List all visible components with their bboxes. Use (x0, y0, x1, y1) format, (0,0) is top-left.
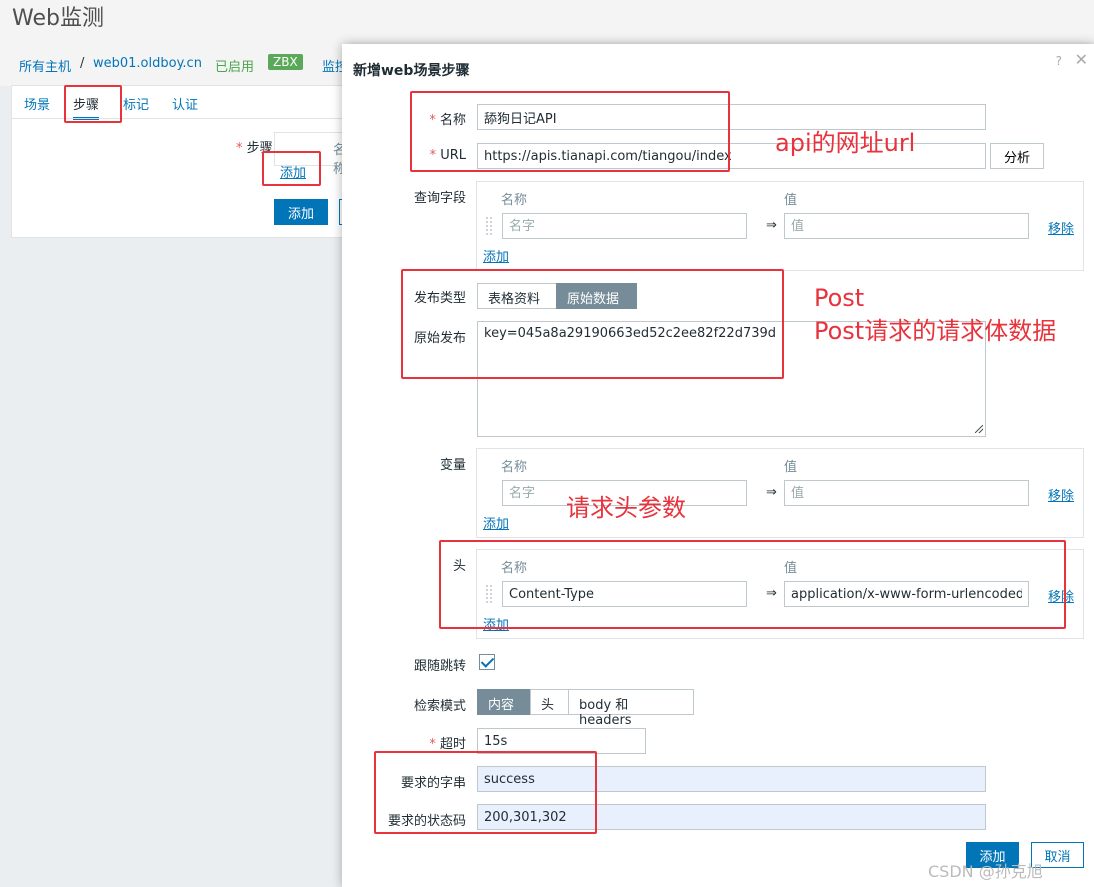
headers-add-link[interactable]: 添加 (483, 614, 509, 633)
retrieve-mode-both[interactable]: body 和 headers (568, 689, 694, 728)
annotation-url-note: api的网址url (775, 129, 916, 157)
new-web-step-dialog: 新增web场景步骤 ? ✕ * 名称 * URL 分析 查询字段 名称 值 ⇒ … (342, 44, 1094, 887)
breadcrumb-separator: / (80, 56, 85, 71)
variables-label: 变量 (439, 458, 466, 473)
timeout-label: * 超时 (429, 737, 466, 752)
query-add-link[interactable]: 添加 (483, 246, 509, 265)
steps-label: * 步骤 (236, 141, 273, 156)
tab-scenario[interactable]: 场景 (24, 94, 50, 113)
dialog-title: 新增web场景步骤 (353, 63, 470, 79)
timeout-input[interactable] (477, 728, 646, 754)
variables-remove-link[interactable]: 移除 (1048, 485, 1074, 504)
steps-add-link[interactable]: 添加 (280, 162, 306, 181)
help-icon[interactable]: ? (1056, 54, 1062, 68)
watermark: CSDN @孙克旭 (928, 862, 1043, 881)
arrow-icon: ⇒ (766, 586, 777, 601)
resize-handle-icon[interactable] (975, 425, 983, 433)
query-col-value: 值 (784, 193, 798, 208)
headers-name-input[interactable] (502, 581, 747, 607)
scenario-add-button[interactable]: 添加 (274, 199, 328, 225)
raw-post-label: 原始发布 (413, 331, 466, 346)
query-value-input[interactable] (784, 213, 1029, 239)
analyze-button[interactable]: 分析 (990, 143, 1044, 169)
follow-redirects-label: 跟随跳转 (413, 659, 466, 674)
variables-col-name: 名称 (501, 460, 528, 475)
scenario-form-panel: 场景 步骤 标记 认证 * 步骤 名称 添加 添加 (11, 85, 354, 238)
retrieve-mode-headers[interactable]: 头 (530, 689, 569, 715)
annotation-header-note: 请求头参数 (566, 494, 686, 522)
required-string-input[interactable] (477, 766, 986, 792)
tab-auth[interactable]: 认证 (172, 94, 198, 113)
headers-table: 名称 值 ⇒ 移除 添加 (476, 549, 1084, 639)
page-header: Web监测 (0, 0, 1094, 42)
zbx-badge: ZBX (268, 54, 303, 70)
tab-divider (12, 118, 350, 119)
variables-add-link[interactable]: 添加 (483, 513, 509, 532)
query-name-input[interactable] (502, 213, 747, 239)
breadcrumb: 所有主机 / web01.oldboy.cn 已启用 ZBX 监控 (0, 42, 350, 86)
query-col-name: 名称 (501, 193, 528, 208)
query-fields-table: 名称 值 ⇒ 移除 添加 (476, 181, 1084, 271)
breadcrumb-all-hosts[interactable]: 所有主机 (19, 56, 71, 75)
required-string-label: 要求的字串 (400, 776, 466, 791)
required-status-label: 要求的状态码 (387, 814, 466, 829)
page-title: Web监测 (12, 6, 104, 31)
arrow-icon: ⇒ (766, 485, 777, 500)
post-type-raw-data[interactable]: 原始数据 (556, 283, 637, 309)
tab-tags[interactable]: 标记 (123, 94, 149, 113)
tab-steps[interactable]: 步骤 (73, 94, 100, 120)
follow-redirects-checkbox[interactable] (479, 654, 495, 670)
name-label: * 名称 (429, 113, 466, 128)
post-type-label: 发布类型 (413, 291, 466, 306)
annotation-post-note: Post请求的请求体数据 (814, 317, 1057, 345)
query-fields-label: 查询字段 (413, 191, 466, 206)
post-type-form-data[interactable]: 表格资料 (477, 283, 557, 309)
headers-value-input[interactable] (784, 581, 1029, 607)
headers-remove-link[interactable]: 移除 (1048, 586, 1074, 605)
arrow-icon: ⇒ (766, 218, 777, 233)
drag-handle-icon[interactable] (485, 216, 493, 236)
variables-col-value: 值 (784, 460, 798, 475)
retrieve-mode-label: 检索模式 (413, 699, 466, 714)
drag-handle-icon[interactable] (485, 584, 493, 604)
required-status-input[interactable] (477, 804, 986, 830)
close-icon[interactable]: ✕ (1075, 50, 1088, 69)
url-label: * URL (429, 148, 466, 163)
headers-col-value: 值 (784, 561, 798, 576)
variables-value-input[interactable] (784, 480, 1029, 506)
query-remove-link[interactable]: 移除 (1048, 218, 1074, 237)
annotation-post-title: Post (814, 284, 865, 312)
headers-label: 头 (452, 559, 466, 574)
breadcrumb-host[interactable]: web01.oldboy.cn (93, 56, 202, 71)
headers-col-name: 名称 (501, 561, 528, 576)
host-status[interactable]: 已启用 (215, 56, 254, 75)
retrieve-mode-body[interactable]: 内容 (477, 689, 531, 715)
